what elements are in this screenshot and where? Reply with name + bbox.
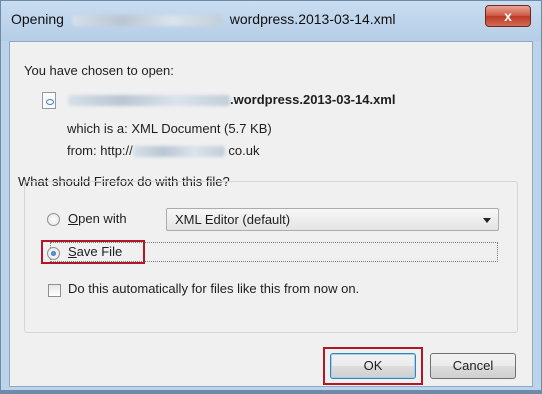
dialog-body: You have chosen to open: .wordpress.2013…	[9, 41, 533, 387]
title-prefix: Opening	[11, 11, 64, 27]
cancel-button-label: Cancel	[452, 358, 494, 373]
file-type-label: which is a:	[67, 121, 128, 136]
redacted-filename	[71, 14, 222, 26]
file-source-prefix: http://	[100, 143, 133, 158]
file-source-suffix: co.uk	[228, 143, 260, 158]
close-button[interactable]: x	[485, 5, 531, 27]
file-type-row: which is a: XML Document (5.7 KB)	[67, 121, 272, 136]
open-with-label-rest: pen with	[78, 211, 127, 226]
file-source-row: from: http:// co.uk	[67, 143, 259, 158]
download-dialog: Opening wordpress.2013-03-14.xml x You h…	[0, 0, 542, 394]
chevron-down-icon	[483, 218, 491, 223]
redacted-file-prefix	[68, 95, 230, 107]
file-type-value: XML Document (5.7 KB)	[131, 121, 272, 136]
xml-file-icon	[42, 92, 56, 109]
auto-label-text: Do this automatically for files like thi…	[68, 281, 360, 296]
open-with-label[interactable]: Open with	[68, 211, 127, 226]
open-with-radio[interactable]	[47, 213, 60, 226]
file-name-suffix: .wordpress.2013-03-14.xml	[230, 92, 396, 107]
open-with-app-select[interactable]: XML Editor (default)	[166, 208, 499, 231]
window-title: Opening wordpress.2013-03-14.xml	[11, 11, 395, 27]
cancel-button[interactable]: Cancel	[430, 353, 516, 379]
window-bottom-border	[1, 390, 541, 393]
auto-label[interactable]: Do this automatically for files like thi…	[68, 281, 359, 296]
auto-checkbox[interactable]	[48, 284, 61, 297]
file-source-label: from:	[67, 143, 97, 158]
ok-button[interactable]: OK	[330, 353, 416, 379]
save-file-highlight	[41, 240, 145, 264]
file-name: .wordpress.2013-03-14.xml	[68, 92, 395, 107]
open-with-app-value: XML Editor (default)	[175, 212, 291, 227]
title-suffix: wordpress.2013-03-14.xml	[229, 11, 396, 27]
ok-button-label: OK	[363, 358, 383, 373]
close-icon: x	[504, 8, 512, 24]
intro-text: You have chosen to open:	[24, 63, 174, 78]
redacted-domain	[132, 146, 225, 158]
title-bar[interactable]: Opening wordpress.2013-03-14.xml x	[1, 1, 541, 41]
